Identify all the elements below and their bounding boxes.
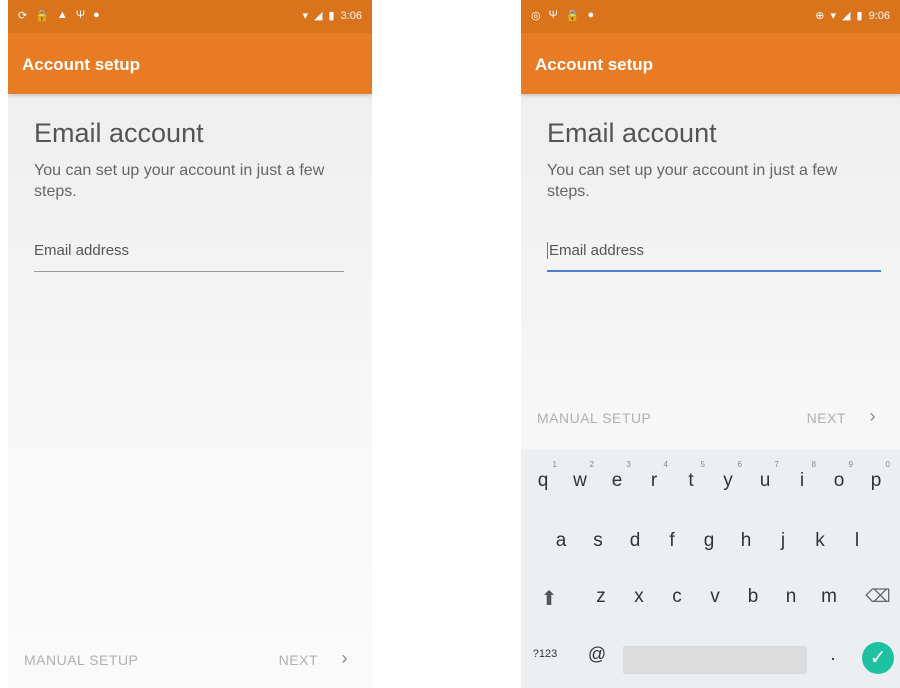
lock-icon: 🔒: [565, 10, 580, 22]
warning-icon: ▲: [56, 9, 68, 21]
page-title: Email account: [34, 118, 204, 148]
shift-arrow-icon[interactable]: ⬆: [533, 586, 565, 611]
app-title: Account setup: [535, 55, 654, 74]
key-c[interactable]: c: [661, 586, 693, 608]
key-z[interactable]: z: [585, 586, 617, 608]
key-number-hint: 2: [589, 460, 594, 469]
key-x[interactable]: x: [623, 586, 655, 608]
wifi-icon: ▾: [830, 10, 837, 22]
clock-time: 9:06: [868, 9, 890, 22]
key-d[interactable]: d: [619, 530, 651, 552]
keyboard-row-4: ?123 @ . ✓: [521, 636, 900, 686]
battery-icon: ▮: [328, 10, 335, 22]
system-icons: ▾ ◢ ▮ 3:06: [302, 9, 362, 23]
key-n[interactable]: n: [775, 586, 807, 608]
app-bar: Account setup: [8, 33, 372, 94]
battery-icon: ▮: [856, 10, 863, 22]
key-number-hint: 5: [700, 460, 705, 469]
keyboard-row-3: ⬆ ⌫ zxcvbnm: [521, 586, 900, 636]
key-b[interactable]: b: [737, 586, 769, 608]
location-icon: ●: [93, 9, 100, 21]
email-field[interactable]: Email address: [34, 242, 344, 272]
symbols-key[interactable]: ?123: [529, 648, 561, 660]
signal-icon: ◢: [314, 10, 323, 22]
key-number-hint: 3: [626, 460, 631, 469]
email-placeholder: Email address: [34, 242, 130, 259]
key-number-hint: 0: [885, 460, 890, 469]
chevron-right-icon[interactable]: ›: [342, 648, 349, 669]
key-number-hint: 8: [811, 460, 816, 469]
soft-keyboard: q1w2e3r4t5y6u7i8o9p0 asdfghjkl ⬆ ⌫ zxcvb…: [521, 450, 900, 688]
next-button[interactable]: NEXT: [807, 410, 846, 426]
key-u[interactable]: u7: [749, 460, 781, 492]
right-phone-screen: ◎ Ψ 🔒 ● ⊕ ▾ ◢ ▮ 9:06 Account setup Email…: [521, 0, 900, 688]
status-bar: ◎ Ψ 🔒 ● ⊕ ▾ ◢ ▮ 9:06: [521, 0, 900, 33]
key-k[interactable]: k: [804, 530, 836, 552]
signal-icon: ◢: [842, 10, 851, 22]
backspace-icon[interactable]: ⌫: [862, 586, 894, 607]
alarm-icon: ◎: [531, 10, 541, 22]
field-underline: [547, 270, 881, 272]
key-number-hint: 1: [552, 460, 557, 469]
key-s[interactable]: s: [582, 530, 614, 552]
status-bar: ⟳ 🔒 ▲ Ψ ● ▾ ◢ ▮ 3:06: [8, 0, 372, 33]
system-icons: ⊕ ▾ ◢ ▮ 9:06: [815, 9, 890, 23]
key-h[interactable]: h: [730, 530, 762, 552]
spacebar[interactable]: [623, 646, 807, 674]
page-subtitle: You can set up your account in just a fe…: [34, 162, 325, 200]
wifi-icon: ▾: [302, 10, 309, 22]
key-l[interactable]: l: [841, 530, 873, 552]
key-g[interactable]: g: [693, 530, 725, 552]
lock-icon: 🔒: [35, 10, 49, 22]
next-button[interactable]: NEXT: [279, 652, 318, 668]
key-f[interactable]: f: [656, 530, 688, 552]
app-title: Account setup: [22, 55, 141, 74]
email-placeholder: Email address: [549, 242, 645, 259]
check-icon[interactable]: ✓: [862, 642, 894, 674]
keyboard-row-2: asdfghjkl: [521, 530, 900, 580]
action-bar: MANUAL SETUP NEXT ›: [8, 640, 372, 680]
sync-icon: ⟳: [18, 10, 28, 22]
keyboard-row-1: q1w2e3r4t5y6u7i8o9p0: [521, 460, 900, 520]
period-key[interactable]: .: [817, 644, 849, 666]
key-a[interactable]: a: [545, 530, 577, 552]
key-q[interactable]: q1: [527, 460, 559, 492]
location-icon: ●: [587, 9, 595, 21]
key-e[interactable]: e3: [601, 460, 633, 492]
key-m[interactable]: m: [813, 586, 845, 608]
key-number-hint: 4: [663, 460, 668, 469]
key-r[interactable]: r4: [638, 460, 670, 492]
key-number-hint: 7: [774, 460, 779, 469]
key-t[interactable]: t5: [675, 460, 707, 492]
at-key[interactable]: @: [581, 644, 613, 665]
app-bar: Account setup: [521, 33, 900, 94]
page-title: Email account: [547, 118, 717, 148]
manual-setup-button[interactable]: MANUAL SETUP: [537, 410, 651, 426]
notification-icons: ◎ Ψ 🔒 ●: [531, 9, 594, 22]
key-w[interactable]: w2: [564, 460, 596, 492]
chevron-right-icon[interactable]: ›: [870, 406, 877, 427]
email-field[interactable]: Email address: [547, 242, 881, 272]
field-underline: [34, 271, 344, 272]
key-y[interactable]: y6: [712, 460, 744, 492]
clock-time: 3:06: [340, 9, 362, 22]
key-number-hint: 6: [737, 460, 742, 469]
key-i[interactable]: i8: [786, 460, 818, 492]
left-phone-screen: ⟳ 🔒 ▲ Ψ ● ▾ ◢ ▮ 3:06 Account setup Email…: [8, 0, 372, 688]
key-p[interactable]: p0: [860, 460, 892, 492]
manual-setup-button[interactable]: MANUAL SETUP: [24, 652, 138, 668]
notification-icons: ⟳ 🔒 ▲ Ψ ●: [18, 9, 100, 22]
usb-icon: Ψ: [75, 9, 86, 21]
text-cursor: [547, 242, 548, 260]
key-j[interactable]: j: [767, 530, 799, 552]
action-bar: MANUAL SETUP NEXT ›: [521, 398, 900, 438]
page-subtitle: You can set up your account in just a fe…: [547, 162, 838, 200]
key-number-hint: 9: [848, 460, 853, 469]
usb-icon: Ψ: [548, 9, 558, 21]
key-v[interactable]: v: [699, 586, 731, 608]
vibrate-icon: ⊕: [815, 10, 825, 22]
key-o[interactable]: o9: [823, 460, 855, 492]
